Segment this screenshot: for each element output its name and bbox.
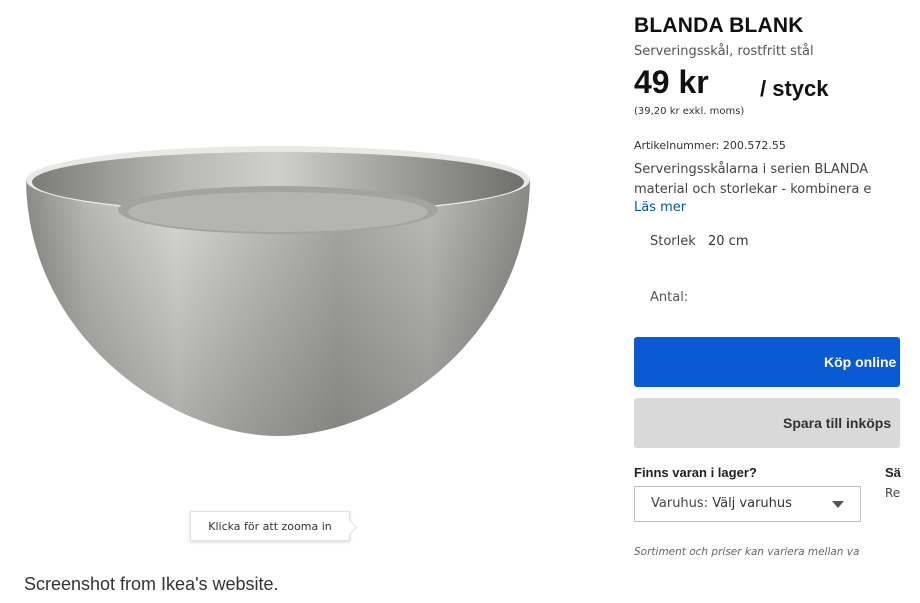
product-name: BLANDA BLANK	[634, 14, 804, 37]
price-unit: / styck	[760, 76, 829, 101]
product-subtitle: Serveringsskål, rostfritt stål	[634, 44, 814, 59]
assortment-disclaimer: Sortiment och priser kan variera mellan …	[634, 546, 860, 558]
cut-off-heading: Sä	[885, 465, 901, 480]
article-number: Artikelnummer: 200.572.55	[634, 139, 786, 152]
store-select-label: Varuhus:	[651, 496, 709, 511]
store-select[interactable]: Varuhus: Välj varuhus	[634, 486, 861, 522]
read-more-link[interactable]: Läs mer	[634, 200, 686, 215]
description-line-1: Serveringsskålarna i serien BLANDA	[634, 162, 869, 177]
store-select-value: Välj varuhus	[712, 496, 792, 511]
quantity-label: Antal:	[650, 290, 689, 305]
product-description: Serveringsskålarna i serien BLANDA mater…	[634, 160, 904, 200]
buy-online-button[interactable]: Köp online	[634, 337, 900, 387]
size-value: 20 cm	[708, 234, 749, 249]
size-label: Storlek	[650, 234, 696, 249]
description-line-2: material och storlekar - kombinera e	[634, 182, 872, 197]
chevron-down-icon	[832, 501, 844, 508]
zoom-hint-tooltip: Klicka för att zooma in	[190, 511, 350, 541]
product-image[interactable]	[24, 140, 532, 440]
price-ex-vat: (39,20 kr exkl. moms)	[634, 106, 745, 117]
stock-availability-heading: Finns varan i lager?	[634, 465, 757, 480]
product-price: 49 kr	[634, 64, 709, 100]
screenshot-caption: Screenshot from Ikea's website.	[24, 574, 279, 594]
save-to-shopping-list-button[interactable]: Spara till inköps	[634, 398, 900, 448]
cut-off-text: Re	[885, 486, 901, 500]
